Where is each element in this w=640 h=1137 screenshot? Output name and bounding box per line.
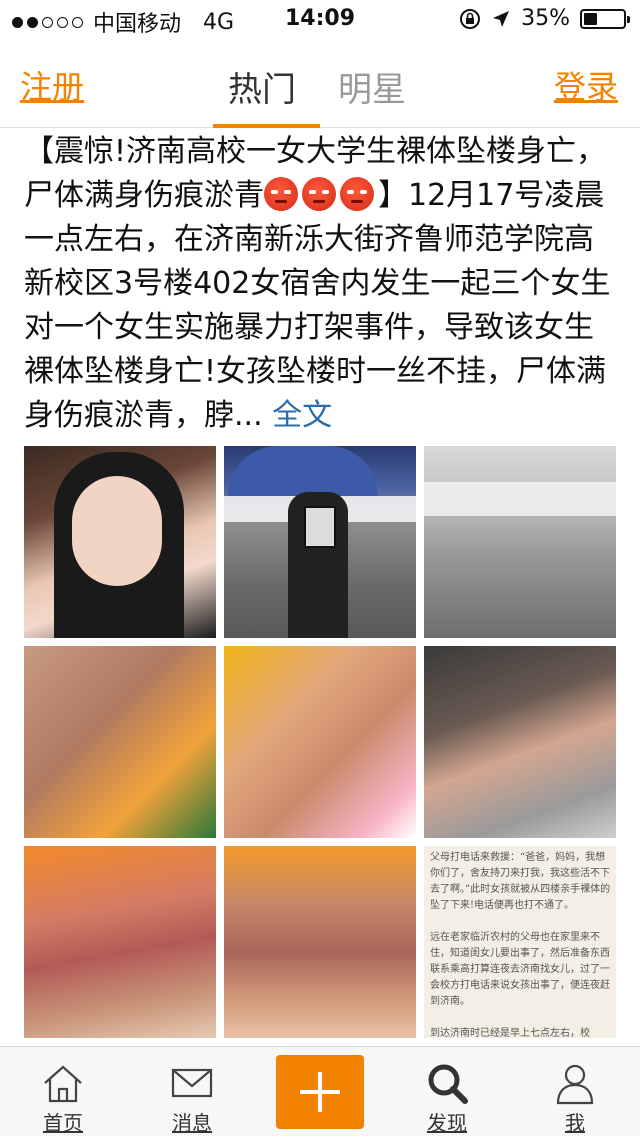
photo-document-text: 父母打电话来救援：“爸爸，妈妈，我想你们了，舍友持刀来打我，我这些活不下去了啊。… bbox=[430, 852, 611, 1038]
tab-home-label: 首页 bbox=[43, 1111, 83, 1135]
status-bar: 中国移动 4G 14:09 35% bbox=[0, 0, 640, 40]
photo-thumbnail[interactable] bbox=[224, 846, 416, 1038]
rotation-lock-icon bbox=[460, 8, 481, 29]
tab-messages-label: 消息 bbox=[172, 1111, 212, 1135]
read-more-link[interactable]: 全文 bbox=[272, 398, 332, 433]
tab-home[interactable]: 首页 bbox=[8, 1047, 118, 1137]
tab-stars[interactable]: 明星 bbox=[338, 62, 406, 111]
bottom-tab-bar: 首页 消息 发现 我 bbox=[0, 1046, 640, 1136]
top-navigation: 注册 热门 明星 登录 bbox=[0, 40, 640, 128]
angry-emoji-icon bbox=[302, 177, 336, 211]
photo-thumbnail[interactable] bbox=[24, 846, 216, 1038]
post-text: 【震惊!济南高校一女大学生裸体坠楼身亡，尸体满身伤痕淤青 】12月17号凌晨一点左… bbox=[24, 130, 618, 438]
photo-thumbnail[interactable]: 父母打电话来救援：“爸爸，妈妈，我想你们了，舍友持刀来打我，我这些活不下去了啊。… bbox=[424, 846, 616, 1038]
login-link[interactable]: 登录 bbox=[554, 62, 618, 108]
tab-me-label: 我 bbox=[565, 1111, 585, 1135]
user-icon bbox=[556, 1064, 594, 1105]
register-link[interactable]: 注册 bbox=[20, 62, 84, 108]
post-text-part2: 】12月17号凌晨一点左右，在济南新泺大街齐鲁师范学院高新校区3号楼402女宿舍… bbox=[24, 178, 611, 433]
photo-thumbnail[interactable] bbox=[224, 646, 416, 838]
tab-discover[interactable]: 发现 bbox=[392, 1047, 502, 1137]
photo-thumbnail[interactable] bbox=[24, 446, 216, 638]
active-tab-indicator bbox=[213, 124, 320, 128]
photo-thumbnail[interactable] bbox=[424, 446, 616, 638]
angry-emoji-icon bbox=[264, 177, 298, 211]
battery-percent: 35% bbox=[521, 6, 570, 31]
tab-messages[interactable]: 消息 bbox=[137, 1047, 247, 1137]
photo-grid: 父母打电话来救援：“爸爸，妈妈，我想你们了，舍友持刀来打我，我这些活不下去了啊。… bbox=[24, 446, 616, 1039]
location-arrow-icon bbox=[493, 10, 510, 27]
home-icon bbox=[44, 1065, 82, 1103]
photo-thumbnail[interactable] bbox=[224, 446, 416, 638]
tab-hot[interactable]: 热门 bbox=[228, 62, 296, 111]
tab-discover-label: 发现 bbox=[427, 1111, 467, 1135]
tab-me[interactable]: 我 bbox=[520, 1047, 630, 1137]
battery-icon bbox=[580, 8, 630, 29]
angry-emoji-icon bbox=[340, 177, 374, 211]
mail-icon bbox=[171, 1068, 213, 1098]
photo-thumbnail[interactable] bbox=[424, 646, 616, 838]
compose-button[interactable] bbox=[276, 1055, 364, 1129]
photo-thumbnail[interactable] bbox=[24, 646, 216, 838]
search-icon bbox=[428, 1064, 468, 1104]
